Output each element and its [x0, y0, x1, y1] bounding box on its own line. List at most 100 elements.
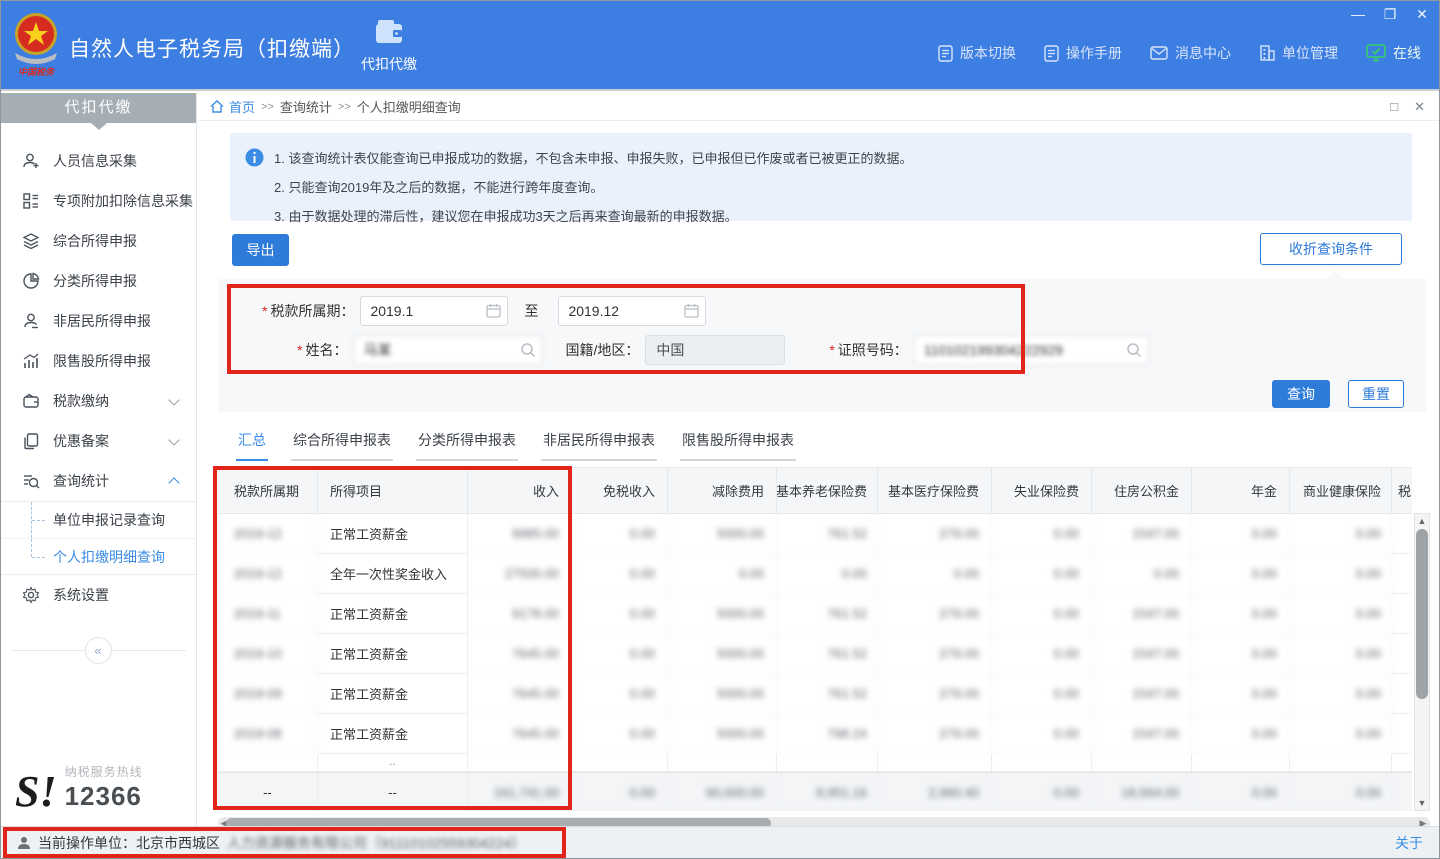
- required-mark: *: [297, 342, 302, 358]
- table-body: 2019-12 正常工资薪金 9985.00 0.00 5000.00 761.…: [218, 514, 1412, 754]
- reset-button[interactable]: 重置: [1348, 380, 1404, 408]
- panel-close-icon[interactable]: ✕: [1414, 99, 1425, 115]
- period-to-field: [558, 296, 706, 326]
- export-button[interactable]: 导出: [232, 234, 289, 266]
- wallet-icon: [21, 391, 41, 411]
- query-button[interactable]: 查询: [1272, 380, 1330, 408]
- required-mark: *: [262, 303, 267, 319]
- fold-query-conditions-button[interactable]: 收折查询条件: [1260, 233, 1402, 265]
- breadcrumb-home-link[interactable]: 首页: [210, 97, 255, 116]
- notice-line: 1. 该查询统计表仅能查询已申报成功的数据，不包含未申报、申报失败，已申报但已作…: [274, 144, 1396, 173]
- window-close-button[interactable]: ✕: [1413, 5, 1431, 23]
- home-icon: [210, 100, 224, 113]
- search-icon[interactable]: [520, 342, 536, 358]
- summary-table: 税款所属期 所得项目 收入 免税收入 减除费用 基本养老保险费 基本医疗保险费 …: [218, 467, 1430, 811]
- tab-restricted-stock[interactable]: 限售股所得申报表: [680, 424, 796, 461]
- sidebar-item-tax-payment[interactable]: 税款缴纳: [1, 381, 196, 421]
- horizontal-scroll-thumb[interactable]: [226, 818, 771, 826]
- monitor-check-icon: [1366, 44, 1386, 62]
- app-title: 自然人电子税务局（扣缴端）: [69, 33, 355, 63]
- hotline-logo: S! 纳税服务热线 12366: [15, 763, 143, 812]
- sidebar-item-query-statistics[interactable]: 查询统计: [1, 461, 196, 501]
- table-total-row: -- -- 161,741.00 0.00 60,000.00 8,951.16…: [218, 772, 1412, 811]
- scroll-right-arrow[interactable]: ▶: [1417, 818, 1429, 826]
- sidebar-item-personnel-info[interactable]: 人员信息采集: [1, 141, 196, 181]
- sidebar-item-special-deduction[interactable]: 专项附加扣除信息采集: [1, 181, 196, 221]
- form-list-icon: [21, 191, 41, 211]
- calendar-icon[interactable]: [684, 303, 699, 318]
- notice-line: 2. 只能查询2019年及之后的数据，不能进行跨年度查询。: [274, 173, 1396, 202]
- table-row[interactable]: 2019-12 全年一次性奖金收入 27500.00 0.00 0.00 0.0…: [218, 554, 1412, 594]
- nationality-value: 中国: [645, 335, 785, 365]
- online-status: 在线: [1366, 43, 1421, 63]
- table-row[interactable]: 2019-09 正常工资薪金 7645.00 0.00 5000.00 761.…: [218, 674, 1412, 714]
- table-row[interactable]: 2019-11 正常工资薪金 9178.00 0.00 5000.00 761.…: [218, 594, 1412, 634]
- chevron-up-icon: [168, 477, 179, 488]
- sidebar-item-preference-record[interactable]: 优惠备案: [1, 421, 196, 461]
- sidebar-item-classified-income[interactable]: 分类所得申报: [1, 261, 196, 301]
- panel-maximize-icon[interactable]: □: [1390, 99, 1398, 115]
- vertical-scroll-thumb[interactable]: [1416, 529, 1428, 699]
- person-icon: [21, 311, 41, 331]
- tab-classified[interactable]: 分类所得申报表: [416, 424, 518, 461]
- sidebar-subitem-personal-withholding-detail[interactable]: 个人扣缴明细查询: [1, 538, 196, 574]
- name-field: [353, 335, 543, 365]
- scroll-up-arrow[interactable]: ▲: [1415, 514, 1429, 528]
- id-number-label: 证照号码：: [838, 340, 908, 360]
- current-unit-label: 当前操作单位：北京市西城区: [38, 833, 220, 853]
- notice-box: 1. 该查询统计表仅能查询已申报成功的数据，不包含未申报、申报失败，已申报但已作…: [230, 133, 1412, 221]
- sidebar-collapse-button[interactable]: «: [85, 637, 112, 664]
- required-mark: *: [829, 342, 834, 358]
- window-minimize-button[interactable]: —: [1349, 5, 1367, 23]
- manual-link[interactable]: 操作手册: [1044, 43, 1122, 63]
- person-add-icon: [21, 151, 41, 171]
- sidebar-item-restricted-stock[interactable]: 限售股所得申报: [1, 341, 196, 381]
- sidebar-item-system-settings[interactable]: 系统设置: [1, 575, 196, 615]
- info-icon: [245, 148, 264, 167]
- filter-panel: * 税款所属期： 至 * 姓名：: [218, 279, 1426, 412]
- vertical-scrollbar[interactable]: ▲ ▼: [1414, 513, 1430, 811]
- tab-comprehensive[interactable]: 综合所得申报表: [291, 424, 393, 461]
- tab-label: 代扣代缴: [349, 54, 429, 74]
- tab-summary[interactable]: 汇总: [236, 424, 268, 461]
- breadcrumb-level1: 查询统计: [280, 97, 332, 116]
- app-header: 中国税务 自然人电子税务局（扣缴端） 代扣代缴 版本切换 操作手册 消息中心: [1, 1, 1440, 91]
- search-icon[interactable]: [1126, 342, 1142, 358]
- current-unit-masked: 人力资源服务有限公司（91110102559304224）: [227, 833, 525, 853]
- version-switch-link[interactable]: 版本切换: [938, 43, 1016, 63]
- document-icon: [1044, 45, 1059, 62]
- user-icon: [17, 836, 31, 850]
- horizontal-scrollbar[interactable]: ◀ ▶: [218, 817, 1430, 826]
- app-window: 中国税务 自然人电子税务局（扣缴端） 代扣代缴 版本切换 操作手册 消息中心: [0, 0, 1440, 859]
- scroll-down-arrow[interactable]: ▼: [1415, 796, 1429, 810]
- chevron-down-icon: [168, 434, 179, 445]
- pie-chart-icon: [21, 271, 41, 291]
- hotline-mark-icon: S!: [15, 772, 57, 812]
- name-input[interactable]: [353, 335, 543, 365]
- tab-nonresident[interactable]: 非居民所得申报表: [541, 424, 657, 461]
- message-center-link[interactable]: 消息中心: [1150, 43, 1231, 63]
- period-from-field: [360, 296, 508, 326]
- table-row[interactable]: 2019-12 正常工资薪金 9985.00 0.00 5000.00 761.…: [218, 514, 1412, 554]
- window-restore-button[interactable]: ❐: [1381, 5, 1399, 23]
- sidebar-item-nonresident-income[interactable]: 非居民所得申报: [1, 301, 196, 341]
- table-row[interactable]: 2019-08 正常工资薪金 7645.00 0.00 5000.00 798.…: [218, 714, 1412, 754]
- name-label: 姓名：: [305, 340, 347, 360]
- sidebar-subitem-unit-declare-record[interactable]: 单位申报记录查询: [1, 502, 196, 538]
- id-number-input[interactable]: [914, 335, 1149, 365]
- sidebar-item-comprehensive-income[interactable]: 综合所得申报: [1, 221, 196, 261]
- svg-text:中国税务: 中国税务: [18, 67, 56, 77]
- id-number-field: [914, 335, 1149, 365]
- to-label: 至: [524, 301, 538, 321]
- search-list-icon: [21, 471, 41, 491]
- tab-daikou-daijiao[interactable]: 代扣代缴: [349, 19, 429, 74]
- about-link[interactable]: 关于: [1395, 833, 1423, 853]
- unit-management-link[interactable]: 单位管理: [1259, 43, 1338, 63]
- notice-line: 3. 由于数据处理的滞后性，建议您在申报成功3天之后再来查询最新的申报数据。: [274, 202, 1396, 231]
- chevron-down-icon: [168, 394, 179, 405]
- calendar-icon[interactable]: [486, 303, 501, 318]
- period-label: 税款所属期：: [270, 301, 354, 321]
- copy-icon: [21, 431, 41, 451]
- table-row[interactable]: 2019-10 正常工资薪金 7645.00 0.00 5000.00 761.…: [218, 634, 1412, 674]
- status-bar: 当前操作单位：北京市西城区 人力资源服务有限公司（911101025593042…: [1, 826, 1440, 858]
